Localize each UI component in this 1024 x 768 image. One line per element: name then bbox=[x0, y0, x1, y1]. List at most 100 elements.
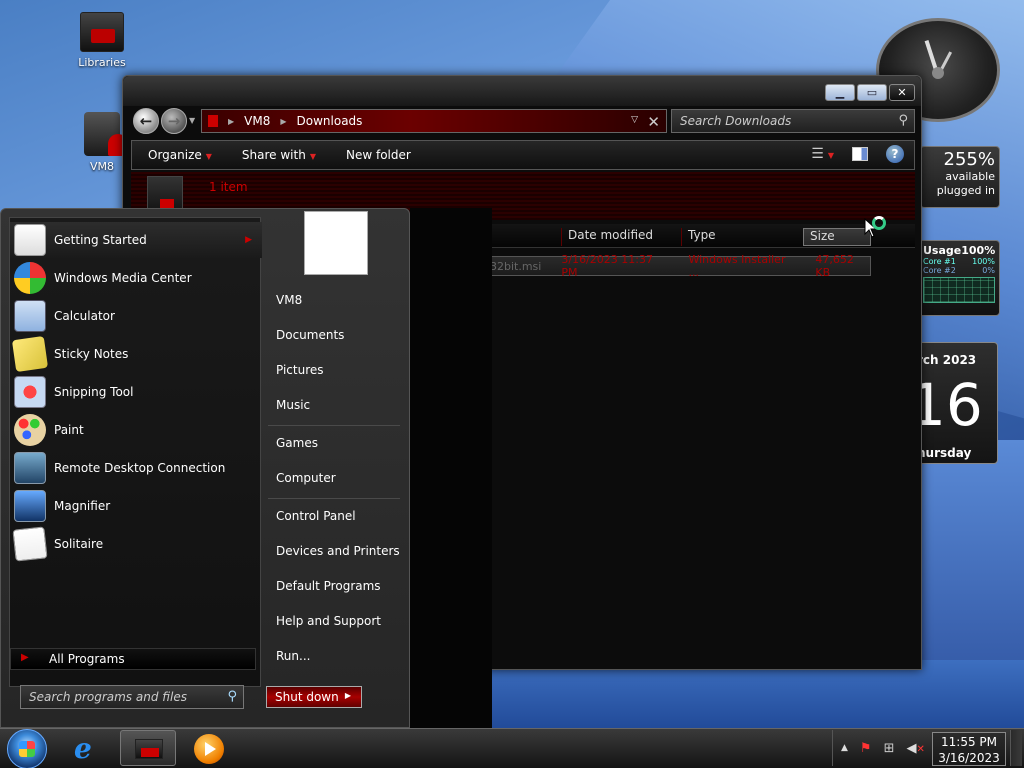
clock-time: 11:55 PM bbox=[941, 735, 997, 749]
program-item[interactable]: Sticky Notes bbox=[10, 335, 262, 373]
search-placeholder: Search programs and files bbox=[29, 690, 187, 704]
start-link-music[interactable]: Music bbox=[276, 398, 310, 412]
search-programs-input[interactable]: Search programs and files ⚲ bbox=[20, 685, 244, 709]
battery-status: available bbox=[945, 170, 995, 183]
item-count: 1 item bbox=[209, 180, 248, 194]
clear-address-icon[interactable]: ✕ bbox=[647, 113, 660, 131]
libraries-icon bbox=[80, 12, 124, 52]
cpu-title: Usage bbox=[923, 244, 962, 257]
program-item[interactable]: Solitaire bbox=[10, 526, 262, 562]
program-item[interactable]: Getting Started ▶ bbox=[10, 222, 262, 258]
breadcrumb-separator-icon[interactable]: ▶ bbox=[280, 117, 286, 126]
cpu-meter-gadget[interactable]: Usage 100% Core #1 100% Core #2 0% bbox=[918, 240, 1000, 316]
search-input[interactable]: Search Downloads ⚲ bbox=[671, 109, 915, 133]
minimize-button[interactable]: ▁ bbox=[825, 84, 855, 101]
search-icon[interactable]: ⚲ bbox=[227, 689, 237, 704]
forward-button[interactable]: → bbox=[161, 108, 187, 134]
address-bar[interactable]: ▶ VM8 ▶ Downloads ▽ ✕ bbox=[201, 109, 667, 133]
start-link-control-panel[interactable]: Control Panel bbox=[276, 509, 356, 523]
taskbar-clock[interactable]: 11:55 PM 3/16/2023 bbox=[932, 732, 1006, 766]
getting-started-icon bbox=[14, 224, 46, 256]
battery-power-state: plugged in bbox=[936, 184, 995, 197]
volume-muted-icon[interactable]: ◀✕ bbox=[906, 741, 924, 756]
organize-button[interactable]: Organize ▼ bbox=[148, 148, 212, 162]
action-center-flag-icon[interactable]: ⚑ bbox=[860, 741, 872, 756]
calculator-icon bbox=[14, 300, 46, 332]
breadcrumb-separator-icon[interactable]: ▶ bbox=[228, 117, 234, 126]
program-item[interactable]: Magnifier bbox=[10, 488, 262, 524]
column-type[interactable]: Type bbox=[681, 228, 801, 246]
window-titlebar[interactable]: ▁ ▭ ✕ bbox=[123, 76, 921, 106]
start-link-computer[interactable]: Computer bbox=[276, 471, 336, 485]
maximize-icon: ▭ bbox=[866, 86, 878, 99]
recent-pages-dropdown[interactable]: ▼ bbox=[189, 116, 195, 125]
calendar-month: rch 2023 bbox=[917, 353, 977, 367]
snipping-tool-icon bbox=[14, 376, 46, 408]
network-icon[interactable]: ⊞ bbox=[884, 741, 895, 756]
taskbar-windows-explorer[interactable] bbox=[120, 730, 176, 766]
shutdown-button[interactable]: Shut down ▶ bbox=[266, 686, 362, 708]
shutdown-options-icon[interactable]: ▶ bbox=[345, 691, 351, 700]
program-item[interactable]: Paint bbox=[10, 412, 262, 448]
magnifier-icon bbox=[14, 490, 46, 522]
help-icon[interactable]: ? bbox=[886, 145, 904, 163]
details-view-icon: ☰ bbox=[811, 146, 824, 162]
file-date: 3/16/2023 11:37 PM bbox=[561, 253, 653, 279]
program-item[interactable]: Windows Media Center bbox=[10, 260, 262, 296]
media-player-icon bbox=[194, 734, 224, 764]
column-size[interactable]: Size bbox=[803, 228, 871, 246]
busy-indicator-icon bbox=[872, 216, 886, 230]
back-button[interactable]: ← bbox=[133, 108, 159, 134]
all-programs-label: All Programs bbox=[49, 652, 125, 666]
close-icon: ✕ bbox=[897, 86, 907, 99]
paint-icon bbox=[14, 414, 46, 446]
desktop-icon-label: Libraries bbox=[78, 56, 126, 69]
share-with-button[interactable]: Share with ▼ bbox=[242, 148, 316, 162]
start-link-help-support[interactable]: Help and Support bbox=[276, 614, 381, 628]
program-item[interactable]: Remote Desktop Connection bbox=[10, 450, 262, 486]
breadcrumb-downloads[interactable]: Downloads bbox=[297, 114, 363, 128]
taskbar-media-player[interactable] bbox=[182, 730, 238, 766]
close-button[interactable]: ✕ bbox=[889, 84, 915, 101]
taskbar-internet-explorer[interactable]: e bbox=[62, 730, 118, 766]
file-row[interactable]: 32bit.msi 3/16/2023 11:37 PM Windows Ins… bbox=[483, 253, 871, 279]
windows-explorer-icon bbox=[135, 739, 163, 759]
start-link-user[interactable]: VM8 bbox=[276, 293, 302, 307]
start-link-pictures[interactable]: Pictures bbox=[276, 363, 324, 377]
windows-media-center-icon bbox=[14, 262, 46, 294]
start-link-default-programs[interactable]: Default Programs bbox=[276, 579, 381, 593]
chevron-down-icon: ▼ bbox=[827, 151, 834, 160]
program-label: Getting Started bbox=[54, 233, 147, 247]
battery-gadget[interactable]: 255% available plugged in bbox=[920, 146, 1000, 208]
show-hidden-icons-icon[interactable]: ▲ bbox=[841, 743, 848, 753]
start-link-documents[interactable]: Documents bbox=[276, 328, 344, 342]
new-folder-button[interactable]: New folder bbox=[346, 148, 411, 162]
battery-percent: 255% bbox=[943, 149, 995, 170]
core2-value: 0% bbox=[982, 266, 995, 275]
desktop-icon-libraries[interactable]: Libraries bbox=[62, 12, 142, 69]
wallpaper-shape bbox=[420, 660, 1024, 730]
calendar-weekday: hursday bbox=[917, 446, 972, 460]
start-link-devices-printers[interactable]: Devices and Printers bbox=[276, 544, 400, 558]
program-label: Magnifier bbox=[54, 499, 111, 513]
change-view-button[interactable]: ☰ ▼ bbox=[811, 146, 834, 162]
user-picture[interactable] bbox=[304, 211, 368, 275]
command-bar: Organize ▼ Share with ▼ New folder ☰ ▼ ? bbox=[131, 140, 915, 170]
column-date-modified[interactable]: Date modified bbox=[561, 228, 679, 246]
address-dropdown-icon[interactable]: ▽ bbox=[631, 115, 638, 125]
maximize-button[interactable]: ▭ bbox=[857, 84, 887, 101]
start-button[interactable] bbox=[7, 729, 47, 768]
show-desktop-button[interactable] bbox=[1010, 730, 1022, 766]
start-link-run[interactable]: Run... bbox=[276, 649, 310, 663]
program-item[interactable]: Calculator bbox=[10, 298, 262, 334]
calendar-day: 16 bbox=[912, 371, 983, 439]
all-programs-button[interactable]: ▶ All Programs bbox=[10, 648, 256, 670]
calendar-gadget[interactable]: rch 2023 16 hursday bbox=[912, 342, 998, 464]
search-icon[interactable]: ⚲ bbox=[898, 113, 908, 128]
menu-divider bbox=[268, 498, 400, 499]
start-link-games[interactable]: Games bbox=[276, 436, 318, 450]
program-item[interactable]: Snipping Tool bbox=[10, 374, 262, 410]
chevron-down-icon: ▼ bbox=[309, 152, 316, 161]
preview-pane-icon[interactable] bbox=[852, 147, 868, 161]
breadcrumb-vm8[interactable]: VM8 bbox=[244, 114, 270, 128]
